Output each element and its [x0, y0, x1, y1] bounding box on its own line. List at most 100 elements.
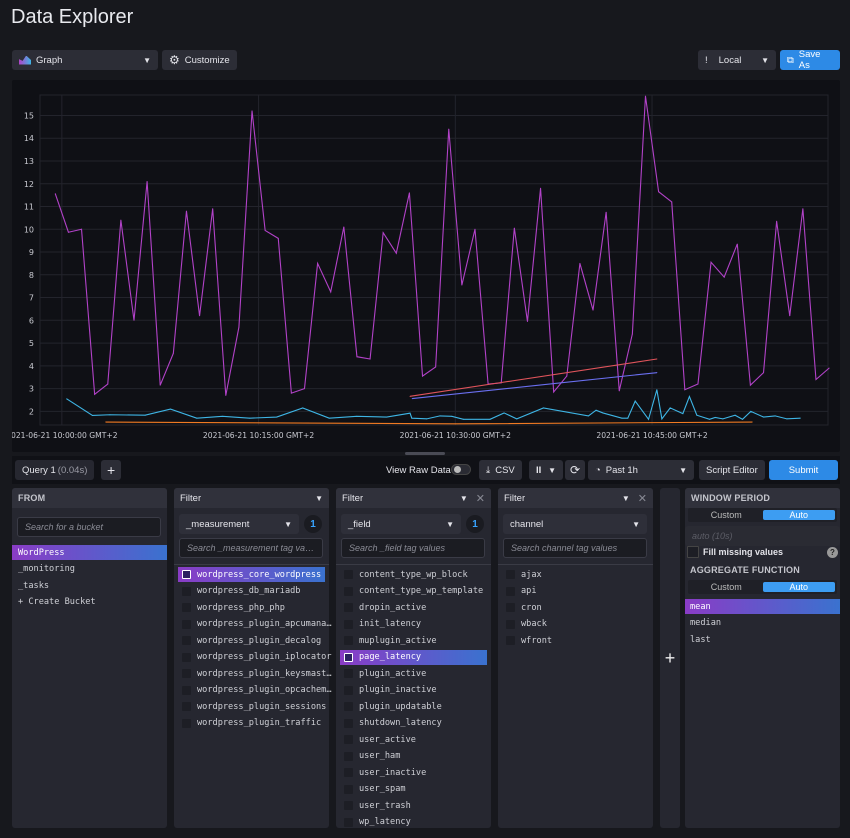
- checkbox[interactable]: [506, 603, 515, 612]
- tag-value-item[interactable]: wordpress_plugin_keysmast…: [178, 666, 332, 681]
- checkbox[interactable]: [506, 570, 515, 579]
- time-range-dropdown[interactable]: ◔ Past 1h ▼: [588, 460, 694, 480]
- tag-value-item[interactable]: wordpress_plugin_decalog: [178, 633, 325, 648]
- checkbox[interactable]: [182, 603, 191, 612]
- tag-value-item[interactable]: shutdown_latency: [340, 716, 487, 731]
- checkbox[interactable]: [182, 636, 191, 645]
- close-icon[interactable]: ✕: [638, 492, 647, 505]
- add-filter-button[interactable]: +: [660, 488, 680, 828]
- bucket-item[interactable]: WordPress: [12, 545, 167, 560]
- checkbox[interactable]: [506, 586, 515, 596]
- checkbox[interactable]: [344, 735, 353, 744]
- checkbox[interactable]: [344, 768, 353, 777]
- tag-value-item[interactable]: api: [502, 584, 649, 599]
- checkbox[interactable]: [182, 570, 191, 579]
- aggregate-function-item[interactable]: median: [685, 616, 840, 631]
- tag-value-item[interactable]: user_active: [340, 732, 487, 747]
- checkbox[interactable]: [182, 718, 191, 728]
- save-as-button[interactable]: ⧉ Save As: [780, 49, 840, 71]
- customize-button[interactable]: ⚙ Customize: [162, 50, 237, 70]
- aggregate-function-item[interactable]: last: [685, 632, 840, 647]
- visualization-type-dropdown[interactable]: Graph ▼: [12, 50, 158, 70]
- checkbox[interactable]: [344, 570, 353, 579]
- bucket-search-input[interactable]: Search for a bucket: [17, 517, 161, 537]
- timezone-dropdown[interactable]: ǃ Local ▼: [698, 50, 776, 70]
- tag-value-item[interactable]: content_type_wp_template: [340, 584, 487, 599]
- view-raw-data-toggle[interactable]: [451, 464, 471, 475]
- checkbox[interactable]: [182, 619, 191, 629]
- window-period-input[interactable]: auto (10s): [685, 526, 840, 546]
- bucket-item[interactable]: _monitoring: [12, 562, 167, 577]
- tag-value-item[interactable]: wordpress_plugin_traffic: [178, 716, 325, 731]
- checkbox[interactable]: [344, 685, 353, 695]
- filter-header[interactable]: Filter ▼ ✕: [498, 488, 653, 508]
- checkbox[interactable]: [344, 652, 353, 662]
- tag-value-item[interactable]: wordpress_plugin_apcumana…: [178, 617, 332, 632]
- tag-value-item[interactable]: user_ham: [340, 749, 487, 764]
- tag-key-dropdown[interactable]: _field ▼: [341, 514, 461, 534]
- refresh-button[interactable]: ⟳: [565, 460, 586, 480]
- tag-value-item[interactable]: user_spam: [340, 782, 487, 797]
- tag-value-item[interactable]: wback: [502, 617, 649, 632]
- tag-value-search-input[interactable]: Search channel tag values: [503, 538, 647, 558]
- submit-button[interactable]: Submit: [769, 460, 838, 480]
- bucket-item[interactable]: + Create Bucket: [12, 595, 167, 610]
- tag-value-search-input[interactable]: Search _measurement tag va…: [179, 538, 323, 558]
- script-editor-button[interactable]: Script Editor: [699, 460, 765, 480]
- aggregate-function-item[interactable]: mean: [685, 599, 840, 614]
- checkbox[interactable]: [182, 652, 191, 662]
- checkbox[interactable]: [344, 603, 353, 612]
- checkbox[interactable]: [344, 817, 353, 827]
- aggregate-custom-option[interactable]: Custom: [690, 582, 763, 592]
- checkbox[interactable]: [344, 586, 353, 596]
- filter-header[interactable]: Filter ▼: [174, 488, 329, 508]
- tag-value-item[interactable]: plugin_updatable: [340, 699, 487, 714]
- tag-value-item[interactable]: init_latency: [340, 617, 487, 632]
- checkbox[interactable]: [182, 586, 191, 596]
- checkbox[interactable]: [506, 636, 515, 645]
- tag-value-item[interactable]: dropin_active: [340, 600, 487, 615]
- window-auto-option[interactable]: Auto: [762, 510, 835, 520]
- help-icon[interactable]: ?: [827, 546, 838, 558]
- tag-value-search-input[interactable]: Search _field tag values: [341, 538, 485, 558]
- query-tab[interactable]: Query 1 (0.04s): [15, 460, 95, 480]
- filter-header[interactable]: Filter ▼ ✕: [336, 488, 491, 508]
- tag-value-item[interactable]: wordpress_plugin_opcachem…: [178, 683, 332, 698]
- checkbox[interactable]: [182, 702, 191, 711]
- add-query-button[interactable]: +: [101, 460, 122, 480]
- tag-value-item[interactable]: plugin_active: [340, 666, 487, 681]
- tag-value-item[interactable]: wp_latency: [340, 815, 487, 830]
- checkbox[interactable]: [344, 801, 353, 810]
- checkbox[interactable]: [344, 702, 353, 711]
- fill-missing-checkbox[interactable]: [687, 546, 699, 558]
- tag-value-item[interactable]: wfront: [502, 633, 649, 648]
- checkbox[interactable]: [344, 751, 353, 761]
- checkbox[interactable]: [506, 619, 515, 629]
- checkbox[interactable]: [344, 619, 353, 629]
- checkbox[interactable]: [344, 636, 353, 645]
- close-icon[interactable]: ✕: [476, 492, 485, 505]
- checkbox[interactable]: [182, 685, 191, 695]
- tag-key-dropdown[interactable]: _measurement ▼: [179, 514, 299, 534]
- tag-value-item[interactable]: wordpress_db_mariadb: [178, 584, 325, 599]
- tag-value-item[interactable]: user_trash: [340, 798, 487, 813]
- aggregate-auto-option[interactable]: Auto: [762, 582, 835, 592]
- window-custom-option[interactable]: Custom: [690, 510, 763, 520]
- bucket-item[interactable]: _tasks: [12, 578, 167, 593]
- checkbox[interactable]: [344, 669, 353, 678]
- tag-value-item[interactable]: wordpress_php_php: [178, 600, 325, 615]
- tag-value-item[interactable]: page_latency: [340, 649, 487, 665]
- tag-value-item[interactable]: cron: [502, 600, 649, 615]
- tag-value-item[interactable]: ajax: [502, 567, 649, 582]
- tag-value-item[interactable]: muplugin_active: [340, 633, 487, 648]
- tag-value-item[interactable]: plugin_inactive: [340, 683, 487, 698]
- tag-value-item[interactable]: wordpress_plugin_sessions: [178, 699, 326, 714]
- tag-value-item[interactable]: user_inactive: [340, 765, 487, 780]
- checkbox[interactable]: [182, 669, 191, 678]
- tag-value-item[interactable]: wordpress_plugin_iplocator: [178, 650, 332, 665]
- tag-value-item[interactable]: content_type_wp_block: [340, 567, 487, 582]
- csv-button[interactable]: ⤓ CSV: [479, 460, 522, 480]
- tag-key-dropdown[interactable]: channel ▼: [503, 514, 647, 534]
- autorefresh-dropdown[interactable]: II ▼: [529, 460, 563, 480]
- checkbox[interactable]: [344, 784, 353, 794]
